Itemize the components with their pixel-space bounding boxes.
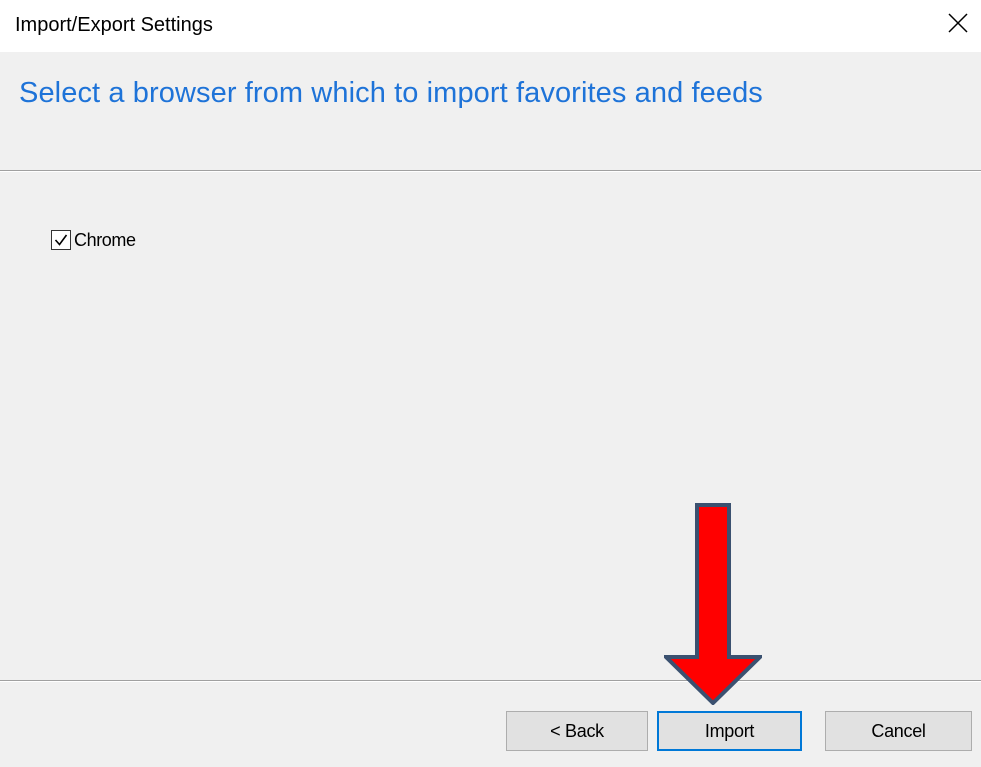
close-icon (948, 13, 968, 33)
close-button[interactable] (935, 0, 981, 46)
browser-list: Chrome (0, 172, 981, 680)
back-button[interactable]: < Back (506, 711, 648, 751)
import-button[interactable]: Import (657, 711, 802, 751)
wizard-header: Select a browser from which to import fa… (0, 52, 981, 170)
checkmark-icon (54, 234, 68, 246)
window-title: Import/Export Settings (15, 14, 213, 36)
chrome-checkbox[interactable] (51, 230, 71, 250)
footer-divider (0, 680, 981, 682)
header-divider (0, 170, 981, 172)
down-arrow-icon (664, 503, 762, 705)
cancel-button[interactable]: Cancel (825, 711, 972, 751)
title-bar: Import/Export Settings (0, 0, 981, 52)
chrome-label: Chrome (74, 230, 136, 250)
browser-option-chrome[interactable]: Chrome (51, 229, 136, 251)
page-heading: Select a browser from which to import fa… (19, 77, 763, 109)
